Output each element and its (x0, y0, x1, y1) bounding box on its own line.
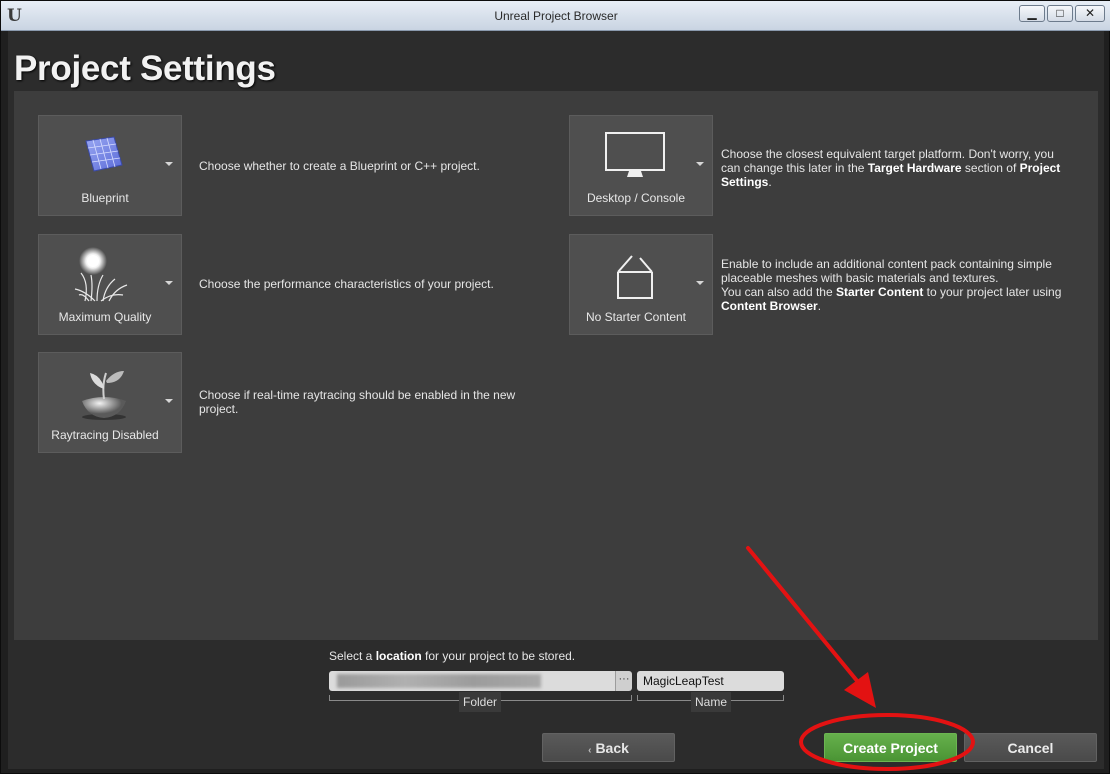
chevron-down-icon (696, 162, 704, 166)
window-title: Unreal Project Browser (494, 9, 618, 23)
starter-content-dropdown[interactable]: No Starter Content (569, 234, 713, 335)
minimize-icon: ▁ (1027, 6, 1037, 20)
location-label-bold: location (375, 649, 422, 663)
quality-label: Maximum Quality (58, 310, 152, 324)
chevron-down-icon (165, 399, 173, 403)
starter-content-description: Enable to include an additional content … (721, 257, 1076, 313)
back-button-label: Back (595, 740, 629, 756)
page-title: Project Settings (14, 49, 276, 88)
title-bar[interactable]: U Unreal Project Browser ▁ □ ✕ (1, 1, 1110, 31)
raytracing-disabled-icon (39, 361, 169, 423)
raytracing-label: Raytracing Disabled (51, 428, 159, 442)
project-type-dropdown[interactable]: Blueprint (38, 115, 182, 216)
maximize-button[interactable]: □ (1047, 5, 1073, 22)
window-controls: ▁ □ ✕ (1019, 5, 1105, 22)
location-label-text: Select a (329, 649, 376, 663)
create-project-button[interactable]: Create Project (824, 733, 957, 762)
blueprint-icon (39, 124, 169, 186)
starter-content-text: Enable to include an additional content … (721, 257, 1052, 285)
starter-content-term: Starter Content (835, 285, 924, 299)
chevron-left-icon: ‹ (588, 745, 592, 756)
close-icon: ✕ (1084, 6, 1096, 20)
raytracing-dropdown[interactable]: Raytracing Disabled (38, 352, 182, 453)
raytracing-description: Choose if real-time raytracing should be… (199, 388, 516, 416)
quality-dropdown[interactable]: Maximum Quality (38, 234, 182, 335)
target-hardware-term: Target Hardware (867, 161, 962, 175)
starter-content-text-2: You can also add the (721, 285, 836, 299)
starter-content-label: No Starter Content (585, 310, 687, 324)
content-browser-term: Content Browser (721, 299, 818, 313)
close-button[interactable]: ✕ (1075, 5, 1105, 22)
folder-input[interactable] (329, 671, 615, 691)
name-tag: Name (691, 692, 731, 712)
chevron-down-icon (165, 281, 173, 285)
platform-description-period: . (768, 175, 772, 189)
folder-tag: Folder (459, 692, 501, 712)
open-box-icon (570, 243, 700, 305)
project-type-label: Blueprint (81, 191, 129, 205)
location-label: Select a location for your project to be… (329, 649, 575, 663)
folder-path-redacted (337, 674, 541, 688)
platform-dropdown[interactable]: Desktop / Console (569, 115, 713, 216)
window-content: Project Settings Blueprint Choose whethe… (8, 31, 1104, 769)
platform-description-text-2: section of (961, 161, 1020, 175)
settings-panel: Blueprint Choose whether to create a Blu… (14, 91, 1098, 640)
chevron-down-icon (165, 162, 173, 166)
browse-folder-button[interactable]: ··· (615, 671, 632, 691)
platform-label: Desktop / Console (586, 191, 686, 205)
project-type-description: Choose whether to create a Blueprint or … (199, 159, 480, 173)
back-button[interactable]: ‹ Back (542, 733, 675, 762)
project-name-input[interactable]: MagicLeapTest (637, 671, 784, 691)
chevron-down-icon (696, 281, 704, 285)
cancel-button[interactable]: Cancel (964, 733, 1097, 762)
platform-description: Choose the closest equivalent target pla… (721, 147, 1076, 189)
starter-content-period: . (817, 299, 822, 313)
location-label-text-2: for your project to be stored. (421, 649, 576, 663)
minimize-button[interactable]: ▁ (1019, 5, 1045, 22)
maximum-quality-icon (39, 243, 169, 305)
maximize-icon: □ (1056, 6, 1064, 20)
starter-content-text-3: to your project later using (923, 285, 1062, 299)
desktop-monitor-icon (570, 124, 700, 186)
quality-description: Choose the performance characteristics o… (199, 277, 494, 291)
project-browser-window: U Unreal Project Browser ▁ □ ✕ Project S… (0, 0, 1110, 774)
